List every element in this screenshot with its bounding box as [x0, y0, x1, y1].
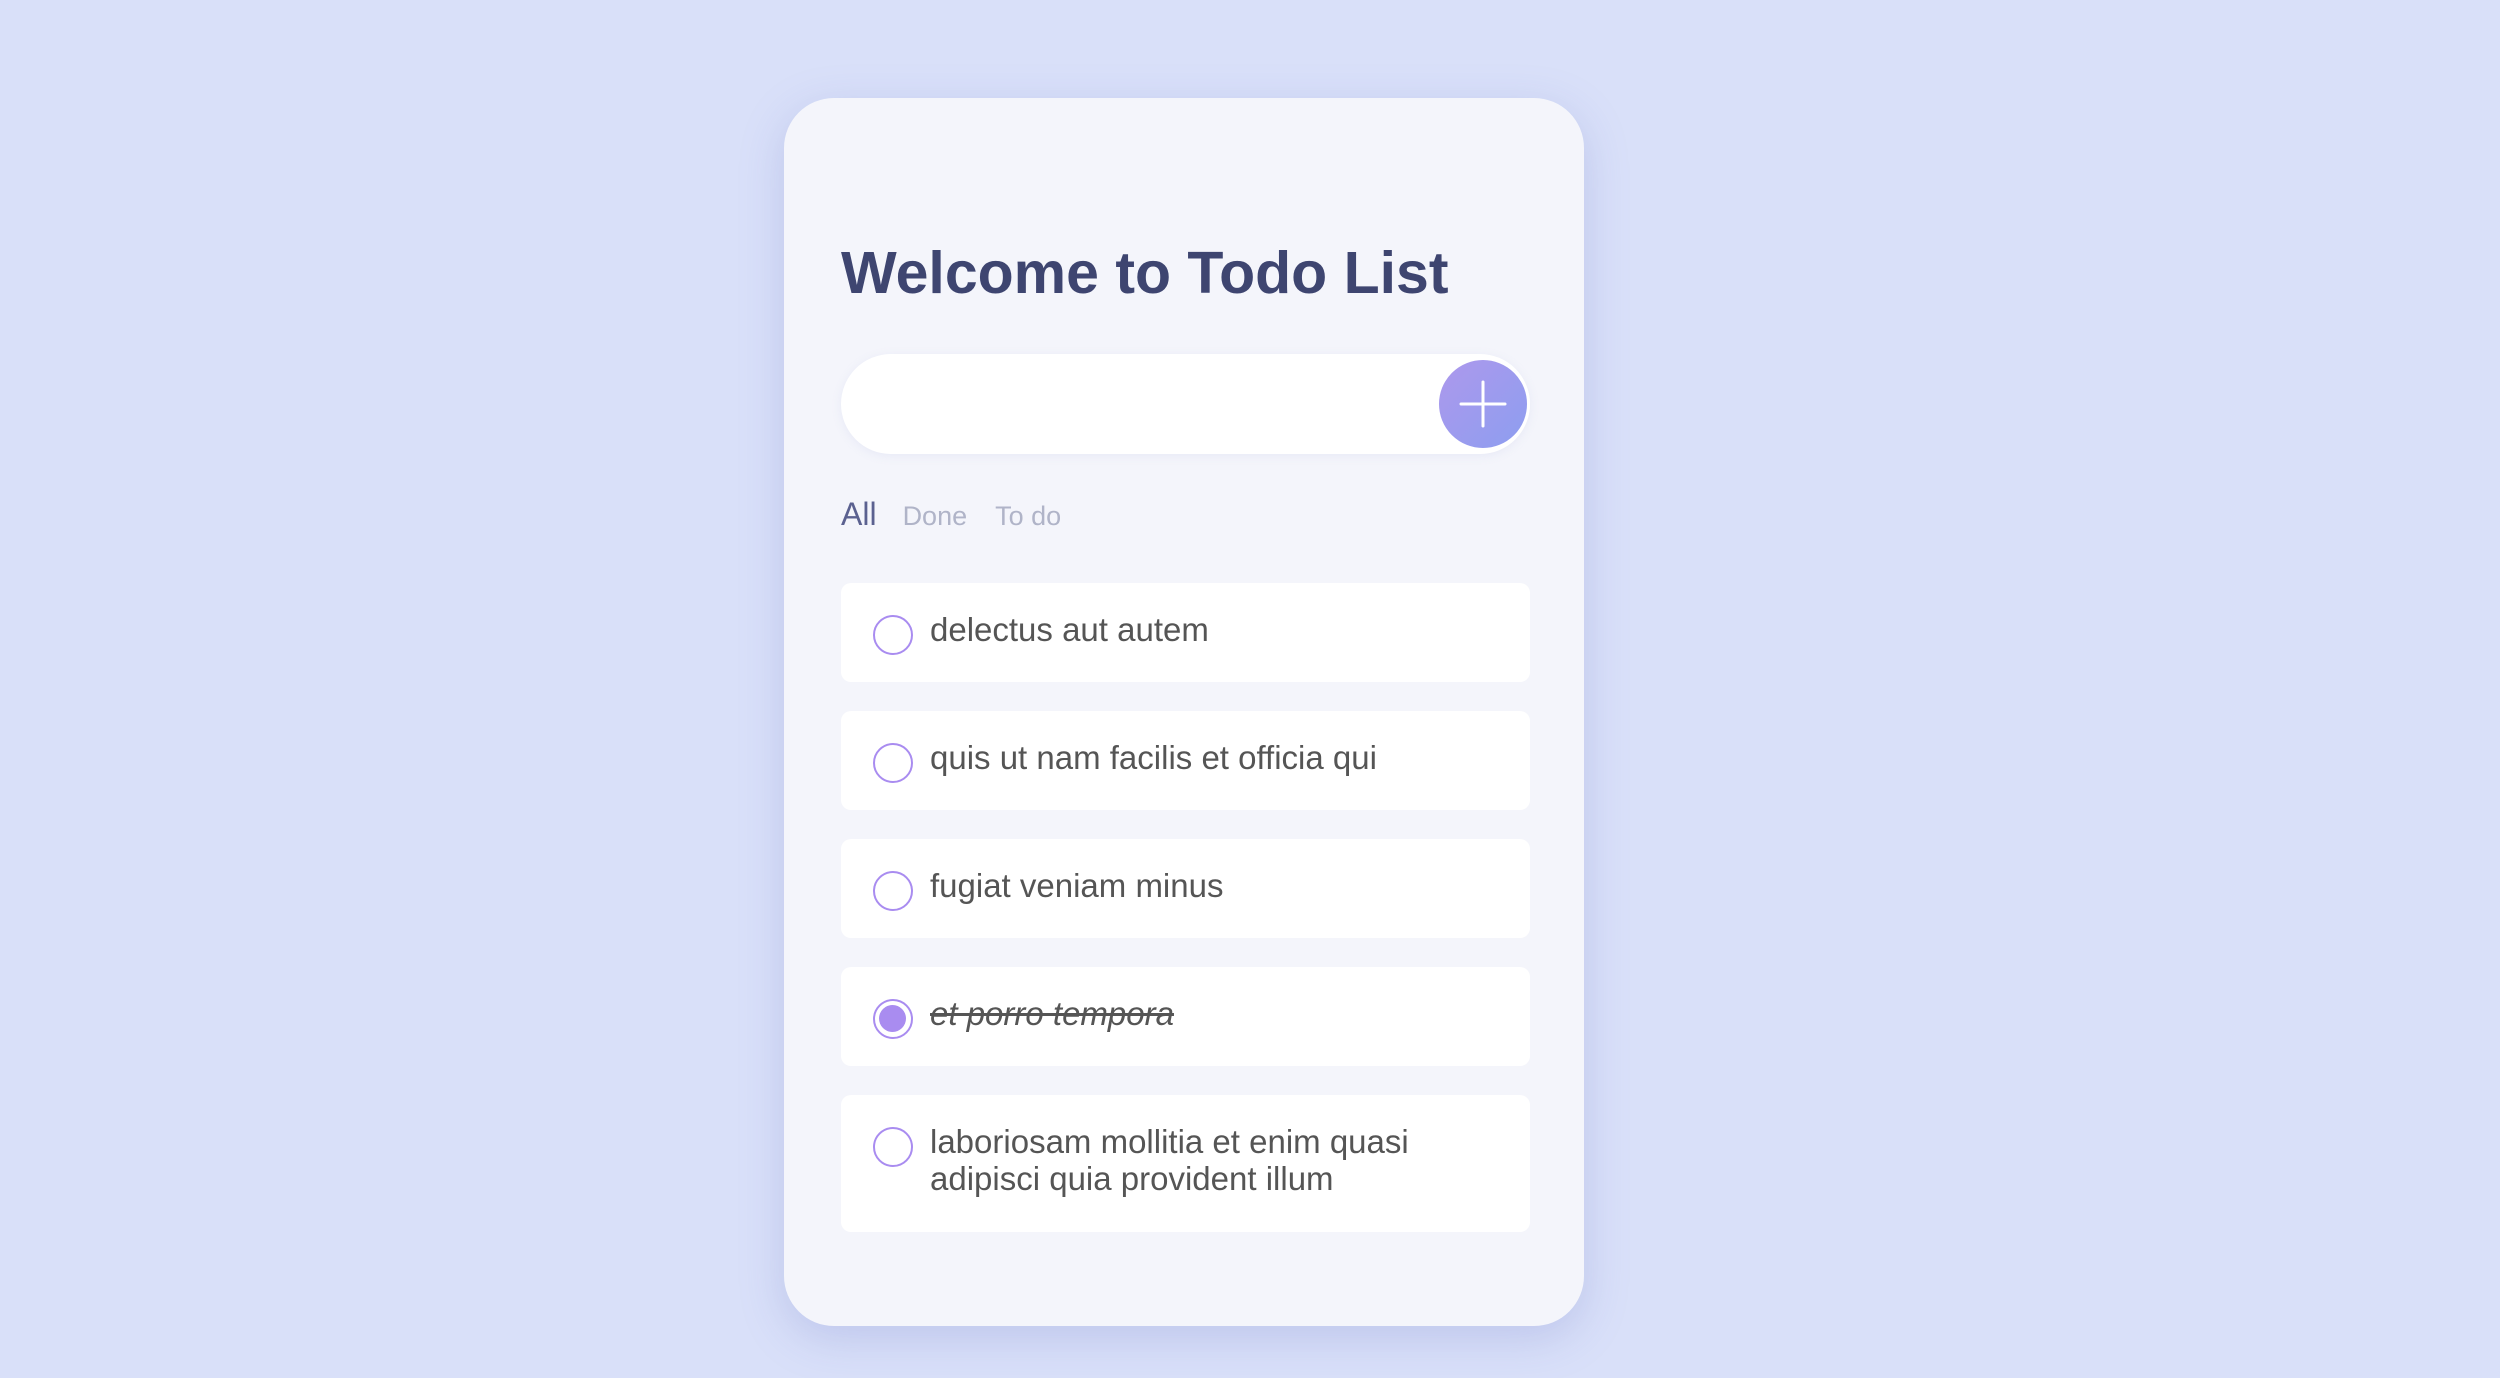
todo-checkbox[interactable] — [873, 615, 913, 655]
todo-checkbox[interactable] — [873, 1127, 913, 1167]
todo-text-done: et porro tempora — [930, 995, 1174, 1032]
todo-text: quis ut nam facilis et officia qui — [930, 739, 1377, 776]
filter-done[interactable]: Done — [903, 503, 968, 530]
filter-todo[interactable]: To do — [995, 503, 1061, 530]
plus-icon — [1459, 380, 1507, 428]
todo-item: delectus aut autem — [841, 583, 1530, 682]
filter-tabs: All Done To do — [841, 498, 1061, 530]
todo-text: fugiat veniam minus — [930, 867, 1224, 904]
page-title: Welcome to Todo List — [841, 240, 1449, 306]
new-todo-input[interactable] — [841, 354, 1530, 454]
add-todo-form — [841, 354, 1530, 454]
todo-item: quis ut nam facilis et officia qui — [841, 711, 1530, 810]
todo-checkbox[interactable] — [873, 871, 913, 911]
add-todo-button[interactable] — [1436, 357, 1530, 451]
todo-checkbox-checked[interactable] — [873, 999, 913, 1039]
todo-text: delectus aut autem — [930, 611, 1209, 648]
todo-text: laboriosam mollitia et enim quasi adipis… — [930, 1123, 1409, 1197]
todo-checkbox[interactable] — [873, 743, 913, 783]
todo-item: et porro tempora — [841, 967, 1530, 1066]
todo-item: laboriosam mollitia et enim quasi adipis… — [841, 1095, 1530, 1232]
todo-card: Welcome to Todo List All Done To do dele… — [784, 98, 1584, 1326]
filter-all[interactable]: All — [841, 498, 877, 530]
todo-item: fugiat veniam minus — [841, 839, 1530, 938]
